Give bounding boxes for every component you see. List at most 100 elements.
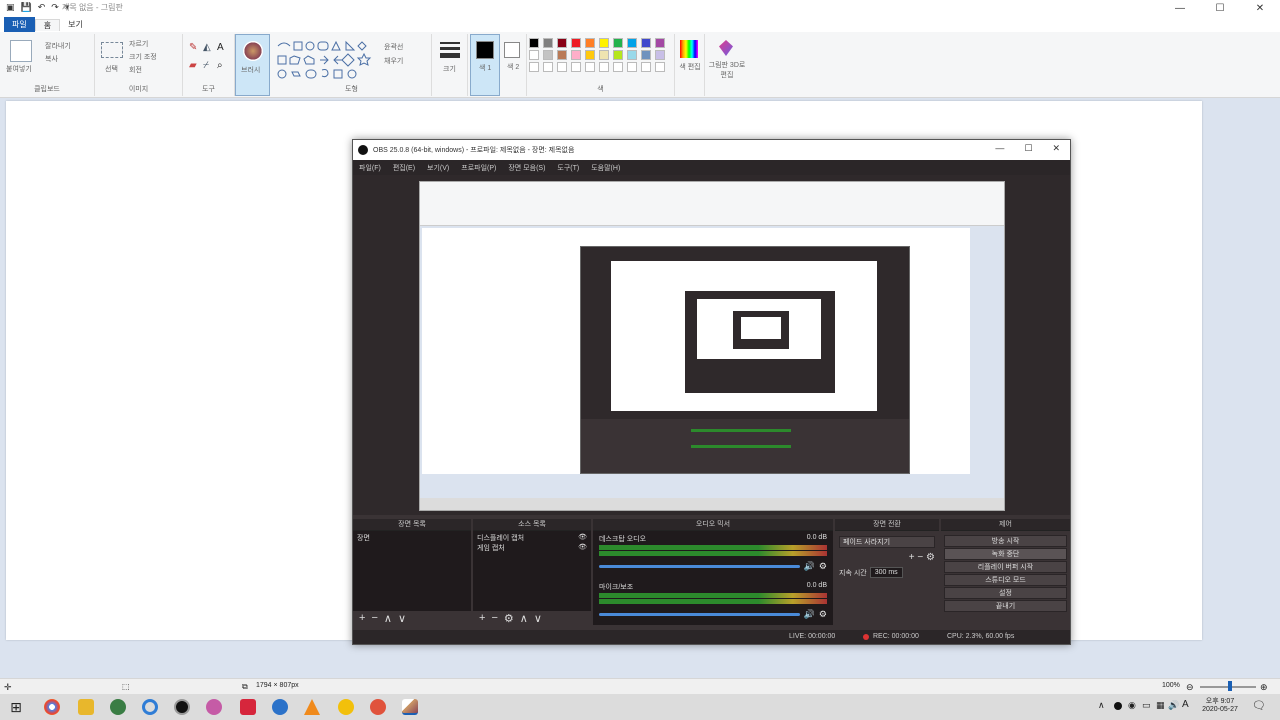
palette-swatch[interactable] xyxy=(641,50,651,60)
app-icon-red[interactable] xyxy=(240,699,256,715)
move-scene-down-button[interactable]: ∨ xyxy=(398,612,406,625)
source-item[interactable]: 게임 캡처 👁 xyxy=(477,543,587,553)
text-icon[interactable]: A xyxy=(217,42,224,53)
obs-window[interactable]: OBS 25.0.8 (64-bit, windows) - 프로파일: 제목없… xyxy=(352,139,1071,645)
custom-color-slot[interactable] xyxy=(613,62,623,72)
palette-swatch[interactable] xyxy=(543,38,553,48)
custom-color-slot[interactable] xyxy=(627,62,637,72)
volume-icon[interactable]: 🔊 xyxy=(1168,700,1179,711)
palette-swatch[interactable] xyxy=(613,38,623,48)
color-picker-icon[interactable]: ⌿ xyxy=(203,60,209,71)
source-item[interactable]: 디스플레이 캡처 👁 xyxy=(477,533,587,543)
studio-mode-button[interactable]: 스튜디오 모드 xyxy=(944,574,1067,586)
remove-transition-button[interactable]: − xyxy=(917,552,923,563)
custom-color-slot[interactable] xyxy=(641,62,651,72)
obs-maximize-button[interactable]: ☐ xyxy=(1024,143,1032,154)
crop-button[interactable]: 자르기 xyxy=(129,39,148,49)
pencil-icon[interactable]: ✎ xyxy=(189,42,197,53)
palette-swatch[interactable] xyxy=(599,38,609,48)
remove-source-button[interactable]: − xyxy=(491,612,497,624)
palette-swatch[interactable] xyxy=(557,38,567,48)
color2-button[interactable]: 색 2 xyxy=(500,34,527,96)
palette-swatch[interactable] xyxy=(627,50,637,60)
obs-menu-edit[interactable]: 편집(E) xyxy=(393,163,415,173)
size-button[interactable]: 크기 xyxy=(432,34,468,96)
desktop-audio-volume-slider[interactable] xyxy=(599,565,800,568)
minimize-button[interactable]: — xyxy=(1160,0,1200,17)
move-source-up-button[interactable]: ∧ xyxy=(520,612,528,625)
select-button[interactable]: 선택 xyxy=(105,64,118,74)
visibility-eye-icon[interactable]: 👁 xyxy=(578,533,587,543)
obs-menu-profile[interactable]: 프로파일(P) xyxy=(461,163,496,173)
app-icon-purple[interactable] xyxy=(206,699,222,715)
gear-icon[interactable]: ⚙ xyxy=(819,609,827,620)
palette-swatch[interactable] xyxy=(557,50,567,60)
palette-swatch[interactable] xyxy=(613,50,623,60)
palette-swatch[interactable] xyxy=(585,50,595,60)
obs-menu-file[interactable]: 파일(F) xyxy=(359,163,381,173)
start-streaming-button[interactable]: 방송 시작 xyxy=(944,535,1067,547)
add-transition-button[interactable]: + xyxy=(909,552,915,563)
edit-colors-button[interactable]: 색 편집 xyxy=(675,34,705,96)
app-icon-orange[interactable] xyxy=(370,699,386,715)
scene-item[interactable]: 장면 xyxy=(357,533,467,543)
custom-color-slot[interactable] xyxy=(585,62,595,72)
rotate-button[interactable]: 회전 xyxy=(129,65,142,75)
obs-menu-tools[interactable]: 도구(T) xyxy=(557,163,579,173)
palette-swatch[interactable] xyxy=(655,38,665,48)
transition-gear-icon[interactable]: ⚙ xyxy=(926,552,935,563)
tab-home[interactable]: 홈 xyxy=(34,18,61,31)
zoom-slider-thumb[interactable] xyxy=(1228,681,1232,691)
add-source-button[interactable]: + xyxy=(479,612,485,624)
obs-minimize-button[interactable]: — xyxy=(995,143,1004,154)
shapes-gallery-icon[interactable] xyxy=(276,40,374,80)
obs-menu-help[interactable]: 도움말(H) xyxy=(591,163,620,173)
paint-taskbar-icon[interactable] xyxy=(402,699,418,715)
paint3d-button[interactable]: 그림판 3D로 편집 xyxy=(705,34,749,96)
zoom-out-button[interactable]: ⊖ xyxy=(1186,682,1194,693)
shape-fill-button[interactable]: 채우기 xyxy=(384,56,403,66)
palette-swatch[interactable] xyxy=(543,50,553,60)
color1-button[interactable]: 색 1 xyxy=(470,34,500,96)
custom-color-slot[interactable] xyxy=(557,62,567,72)
palette-swatch[interactable] xyxy=(585,38,595,48)
palette-swatch[interactable] xyxy=(529,50,539,60)
custom-color-slot[interactable] xyxy=(529,62,539,72)
palette-swatch[interactable] xyxy=(641,38,651,48)
chrome-icon[interactable] xyxy=(44,699,60,715)
save-icon[interactable]: 💾 xyxy=(21,2,32,13)
ime-indicator[interactable]: A xyxy=(1182,699,1189,710)
replay-buffer-button[interactable]: 리플레이 버퍼 시작 xyxy=(944,561,1067,573)
sources-list[interactable]: 디스플레이 캡처 👁 게임 캡처 👁 xyxy=(473,531,591,611)
zoom-in-button[interactable]: ⊕ xyxy=(1260,682,1268,693)
speaker-icon[interactable]: 🔊 xyxy=(804,561,815,572)
cut-button[interactable]: 잘라내기 xyxy=(45,41,71,51)
palette-swatch[interactable] xyxy=(571,50,581,60)
battery-icon[interactable]: ▭ xyxy=(1142,700,1151,711)
palette-swatch[interactable] xyxy=(599,50,609,60)
clock-time[interactable]: 오후 9:07 xyxy=(1200,696,1240,706)
copy-button[interactable]: 복사 xyxy=(45,54,58,64)
app-icon-yellow[interactable] xyxy=(338,699,354,715)
scenes-list[interactable]: 장면 xyxy=(353,531,471,611)
add-scene-button[interactable]: + xyxy=(359,612,365,624)
duration-input[interactable]: 300 ms xyxy=(869,567,903,578)
app-icon-blue[interactable] xyxy=(272,699,288,715)
paste-icon[interactable] xyxy=(10,40,32,62)
move-source-down-button[interactable]: ∨ xyxy=(534,612,542,625)
visibility-eye-icon[interactable]: 👁 xyxy=(578,543,587,553)
tray-app-icon[interactable]: ◉ xyxy=(1128,700,1136,711)
obs-menu-view[interactable]: 보기(V) xyxy=(427,163,449,173)
stop-recording-button[interactable]: 녹화 중단 xyxy=(944,548,1067,560)
custom-color-slot[interactable] xyxy=(543,62,553,72)
obs-preview[interactable] xyxy=(353,175,1070,515)
shape-outline-button[interactable]: 윤곽선 xyxy=(384,42,403,52)
palette-swatch[interactable] xyxy=(571,38,581,48)
select-icon[interactable] xyxy=(101,42,123,58)
fill-icon[interactable]: ◭ xyxy=(203,42,211,53)
maximize-button[interactable]: ☐ xyxy=(1200,0,1240,17)
exit-button[interactable]: 끝내기 xyxy=(944,600,1067,612)
custom-color-slot[interactable] xyxy=(571,62,581,72)
windows-start-icon[interactable]: ⊞ xyxy=(8,699,24,715)
undo-icon[interactable]: ↶ xyxy=(38,2,46,13)
